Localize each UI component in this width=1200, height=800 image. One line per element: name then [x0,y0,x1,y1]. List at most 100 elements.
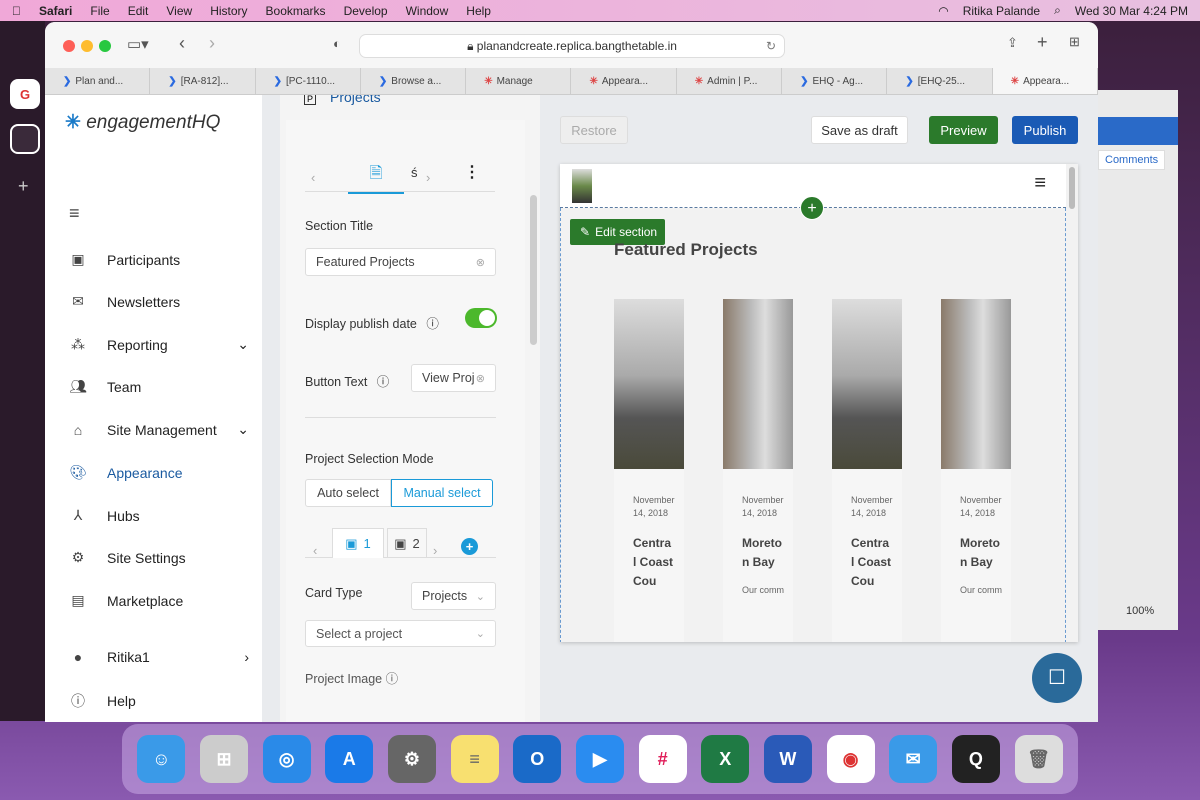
safari-icon[interactable]: ◎ [262,735,311,783]
slack-icon[interactable]: # [638,735,687,783]
finder-icon[interactable]: ☺ [137,735,186,783]
sidebar-item-help[interactable]: ⓘ Help [69,691,249,711]
select-project-dropdown[interactable]: Select a project ⌄ [305,620,496,647]
add-icon[interactable]: + [18,176,29,197]
menu-bookmarks[interactable]: Bookmarks [266,4,326,18]
hamburger-menu-icon[interactable]: ≡ [69,203,80,224]
sidebar-item-user[interactable]: ● Ritika1 › [69,649,249,665]
mail-app-icon[interactable]: ✉ [889,735,938,783]
hamburger-menu-icon[interactable]: ≡ [1034,172,1046,195]
minimize-window-button[interactable] [81,40,93,52]
comments-button[interactable]: Comments [1098,150,1166,170]
card-tabs-next-icon[interactable]: › [433,543,437,558]
browser-tab-active[interactable]: ✳ Appeara... [992,68,1098,94]
close-window-button[interactable] [63,40,75,52]
browser-tab[interactable]: ✳ Manage [466,68,572,94]
excel-icon[interactable]: X [701,735,750,783]
menu-develop[interactable]: Develop [344,4,388,18]
project-card[interactable]: November 14, 2018 Central Coast Cou [614,299,684,642]
quicktime-icon[interactable]: Q [951,735,1000,783]
address-bar[interactable]: 🔒︎ planandcreate.replica.bangthetable.in… [359,34,785,58]
menu-window[interactable]: Window [406,4,449,18]
publish-button[interactable]: Publish [1012,116,1078,144]
panel-scrollbar[interactable] [530,195,537,345]
project-card[interactable]: November 14, 2018 Moreton Bay Our comm [941,299,1011,642]
browser-tab[interactable]: ✳ Admin | P... [677,68,783,94]
user-name[interactable]: Ritika Palande [963,4,1040,18]
wifi-icon[interactable]: ◠ [938,4,948,18]
card-tab-1[interactable]: ▣ 1 [332,528,384,558]
card-type-select[interactable]: Projects ⌄ [411,582,496,610]
search-icon[interactable]: ⌕ [1054,3,1061,18]
clock[interactable]: Wed 30 Mar 4:24 PM [1075,4,1188,18]
section-title-input[interactable]: Featured Projects ⊗ [305,248,496,276]
browser-tab[interactable]: ❯ [EHQ-25... [887,68,993,94]
clear-icon[interactable]: ⊗ [476,256,485,269]
app-menu[interactable]: Safari [39,4,72,18]
preview-button[interactable]: Preview [929,116,998,144]
notes-icon[interactable]: ≡ [450,735,499,783]
engagementhq-icon[interactable] [10,124,40,154]
browser-tab[interactable]: ❯ [RA-812]... [150,68,256,94]
tabs-next-icon[interactable]: › [426,170,430,185]
grammarly-icon[interactable]: G [10,79,40,109]
menu-view[interactable]: View [166,4,192,18]
launchpad-icon[interactable]: ⊞ [199,735,248,783]
sidebar-item-hubs[interactable]: ⅄ Hubs [69,507,249,524]
share-icon[interactable]: ⇪ [1007,35,1018,51]
sidebar-item-team[interactable]: 👥︎ Team [69,378,249,395]
sidebar-item-newsletters[interactable]: ✉ Newsletters [69,293,249,310]
logo[interactable]: ✳ engagementHQ [65,111,220,134]
zoom-window-button[interactable] [99,40,111,52]
sidebar-item-reporting[interactable]: ⁂ Reporting ⌄ [69,336,249,353]
info-icon[interactable]: ⓘ [386,672,399,686]
menu-edit[interactable]: Edit [128,4,149,18]
browser-tab[interactable]: ❯ [PC-1110... [256,68,361,94]
display-publish-date-toggle[interactable] [465,308,497,328]
menu-help[interactable]: Help [466,4,491,18]
browser-tab[interactable]: ❯ Plan and... [45,68,151,94]
restore-button[interactable]: Restore [560,116,628,144]
manual-select-button[interactable]: Manual select [391,479,493,507]
card-tabs-prev-icon[interactable]: ‹ [313,543,317,558]
add-card-button[interactable]: + [461,538,478,555]
zoom-icon[interactable]: ▶ [575,735,624,783]
save-draft-button[interactable]: Save as draft [811,116,908,144]
sidebar-toggle-icon[interactable]: ▭▾ [127,35,149,53]
chrome-icon[interactable]: ◉ [826,735,875,783]
project-card[interactable]: November 14, 2018 Moreton Bay Our comm [723,299,793,642]
info-icon[interactable]: ⓘ [377,375,390,389]
tab-overview-icon[interactable]: ⊞ [1069,34,1080,50]
tab-style-icon[interactable]: ś [411,165,418,180]
new-tab-icon[interactable]: + [1037,32,1048,53]
outlook-icon[interactable]: O [513,735,562,783]
reload-icon[interactable]: ↻ [766,35,776,57]
card-tab-2[interactable]: ▣ 2 [387,528,427,558]
system-preferences-icon[interactable]: ⚙ [387,735,436,783]
menu-file[interactable]: File [90,4,109,18]
browser-tab[interactable]: ✳ Appeara... [571,68,677,94]
project-card[interactable]: November 14, 2018 Central Coast Cou [832,299,902,642]
app-store-icon[interactable]: A [325,735,374,783]
forward-icon[interactable]: › [209,33,215,54]
more-options-icon[interactable]: ⋮ [464,162,480,182]
clear-icon[interactable]: ⊗ [476,372,485,385]
browser-tab[interactable]: ❯ EHQ - Ag... [782,68,888,94]
sidebar-item-marketplace[interactable]: ▤ Marketplace [69,592,249,609]
browser-tab[interactable]: ❯ Browse a... [361,68,467,94]
sidebar-item-participants[interactable]: ▣ Participants [69,251,249,268]
tabs-prev-icon[interactable]: ‹ [311,170,315,185]
trash-icon[interactable]: 🗑︎ [1014,735,1063,783]
back-icon[interactable]: ‹ [179,33,185,54]
word-icon[interactable]: W [763,735,812,783]
shield-icon[interactable]: ◐ [333,36,341,51]
tab-content-icon[interactable]: 🗎︎ [348,162,404,194]
auto-select-button[interactable]: Auto select [305,479,391,507]
sidebar-item-appearance[interactable]: 🎨︎ Appearance [69,464,249,481]
preview-scrollbar[interactable] [1069,167,1075,209]
sidebar-item-site-management[interactable]: ⌂ Site Management ⌄ [69,421,249,438]
button-text-input[interactable]: View Proj ⊗ [411,364,496,392]
chat-launcher-button[interactable]: ☐ [1032,653,1082,703]
menu-history[interactable]: History [210,4,247,18]
sidebar-item-site-settings[interactable]: ⚙ Site Settings [69,549,249,566]
